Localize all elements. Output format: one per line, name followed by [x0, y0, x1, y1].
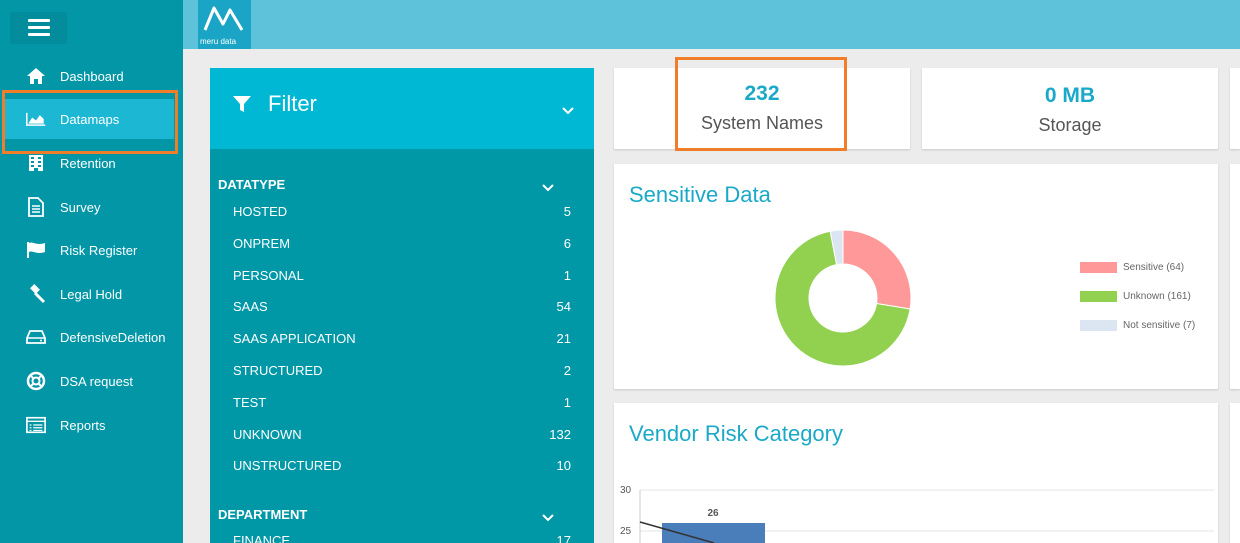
chevron-down-icon[interactable] [542, 509, 554, 527]
partial-card [1230, 68, 1240, 149]
sidebar-item-label: Retention [60, 155, 116, 171]
area-chart-icon [26, 109, 46, 129]
sensitive-data-card: Sensitive Data Sensitive (64) Unknown (1… [614, 164, 1218, 389]
sidebar-item-retention[interactable]: Retention [0, 143, 183, 183]
filter-option[interactable]: SAAS APPLICATION 21 [233, 331, 571, 346]
flag-icon [26, 240, 46, 260]
mountain-logo-icon [203, 6, 244, 31]
sidebar-item-legal-hold[interactable]: Legal Hold [0, 274, 183, 314]
filter-header[interactable]: Filter [210, 68, 594, 149]
legend-swatch [1080, 291, 1117, 302]
legend-item: Not sensitive (7) [1080, 320, 1195, 331]
filter-option[interactable]: UNKNOWN 132 [233, 427, 571, 442]
home-icon [26, 66, 46, 86]
sidebar: Dashboard Datamaps Retention Survey Risk… [0, 0, 183, 543]
filter-option[interactable]: UNSTRUCTURED 10 [233, 458, 571, 473]
donut-slice [842, 229, 912, 310]
chevron-down-icon[interactable] [562, 102, 574, 120]
partial-card [1230, 164, 1240, 389]
vendor-risk-title: Vendor Risk Category [629, 421, 843, 446]
vendor-risk-bar-chart: 30 25 26 [620, 485, 1214, 543]
funnel-icon [233, 96, 251, 118]
filter-option[interactable]: FINANCE 17 [233, 533, 571, 543]
sidebar-item-label: Dashboard [60, 68, 124, 84]
sidebar-item-reports[interactable]: Reports [0, 405, 183, 445]
list-icon [26, 415, 46, 435]
sidebar-item-dashboard[interactable]: Dashboard [0, 56, 183, 96]
sidebar-item-datamaps[interactable]: Datamaps [4, 99, 174, 139]
logo[interactable]: meru data [198, 0, 251, 49]
hamburger-icon [27, 19, 50, 37]
filter-title: Filter [268, 91, 317, 116]
partial-card [1230, 403, 1240, 543]
storage-card[interactable]: 0 MB Storage [922, 68, 1218, 149]
hard-drive-icon [26, 327, 46, 347]
sidebar-item-defensive-deletion[interactable]: DefensiveDeletion [0, 317, 183, 357]
filter-body: DATATYPE HOSTED 5 ONPREM 6 PERSONAL 1 SAAS 5… [210, 149, 594, 543]
logo-text: meru data [200, 37, 237, 46]
chevron-down-icon[interactable] [542, 179, 554, 197]
building-icon [26, 153, 46, 173]
filter-option[interactable]: HOSTED 5 [233, 204, 571, 219]
sidebar-item-label: DefensiveDeletion [60, 329, 166, 345]
system-names-label: System Names [700, 113, 824, 133]
filter-option[interactable]: PERSONAL 1 [233, 268, 571, 283]
sensitive-data-title: Sensitive Data [629, 182, 771, 207]
sidebar-item-dsa-request[interactable]: DSA request [0, 361, 183, 401]
vendor-risk-card: Vendor Risk Category 30 25 26 [614, 403, 1218, 543]
storage-value: 0 MB [1044, 84, 1096, 107]
sidebar-item-label: Risk Register [60, 242, 138, 258]
system-names-card[interactable]: 232 System Names [614, 68, 910, 149]
legend-swatch [1080, 320, 1117, 331]
menu-toggle-button[interactable] [10, 12, 67, 44]
sidebar-item-label: Survey [60, 199, 101, 215]
filter-section-datatype-title: DATATYPE [218, 177, 286, 192]
lifebuoy-icon [26, 371, 46, 391]
legend-item: Unknown (161) [1080, 291, 1191, 302]
document-icon [26, 197, 46, 217]
sensitive-donut-chart [774, 229, 912, 367]
sidebar-item-label: Reports [60, 417, 106, 433]
filter-option[interactable]: ONPREM 6 [233, 236, 571, 251]
legend-swatch [1080, 262, 1117, 273]
top-header: meru data [183, 0, 1240, 49]
legend-item: Sensitive (64) [1080, 262, 1184, 273]
bar-value-label: 26 [707, 508, 719, 519]
filter-option[interactable]: STRUCTURED 2 [233, 363, 571, 378]
storage-label: Storage [1038, 115, 1102, 135]
sidebar-item-label: Legal Hold [60, 286, 123, 302]
sidebar-item-label: Datamaps [60, 111, 120, 127]
filter-section-department-title: DEPARTMENT [218, 507, 308, 522]
sidebar-item-label: DSA request [60, 373, 133, 389]
sidebar-item-risk-register[interactable]: Risk Register [0, 230, 183, 270]
y-tick-label: 30 [620, 485, 632, 496]
filter-option[interactable]: TEST 1 [233, 395, 571, 410]
system-names-value: 232 [744, 82, 780, 105]
filter-option[interactable]: SAAS 54 [233, 299, 571, 314]
y-tick-label: 25 [620, 526, 632, 537]
sidebar-item-survey[interactable]: Survey [0, 187, 183, 227]
gavel-icon [26, 284, 46, 304]
